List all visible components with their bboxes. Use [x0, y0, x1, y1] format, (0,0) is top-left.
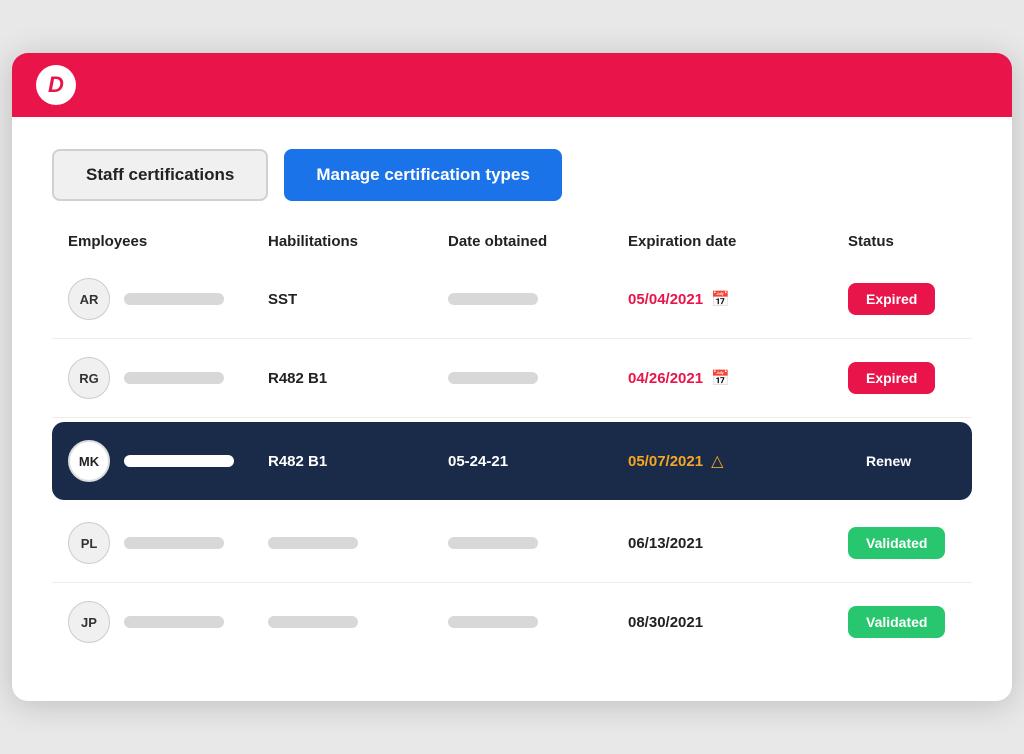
date-obtained-cell: [448, 616, 628, 628]
calendar-icon: 📅: [711, 290, 730, 308]
employee-name-placeholder: [124, 293, 224, 305]
calendar-icon: 📅: [711, 369, 730, 387]
expiration-date: 04/26/2021: [628, 370, 703, 387]
date-obtained-cell: [448, 537, 628, 549]
expiration-cell: 05/04/2021 📅: [628, 290, 848, 308]
status-badge-renew: Renew: [848, 445, 929, 477]
table-row: AR SST 05/04/2021 📅 Expired: [52, 260, 972, 339]
avatar: MK: [68, 440, 110, 482]
date-obtained-cell: [448, 293, 628, 305]
top-bar: D: [12, 53, 1012, 117]
expiration-date: 05/07/2021: [628, 453, 703, 470]
status-cell: Expired: [848, 283, 988, 315]
date-obtained-cell: 05-24-21: [448, 453, 628, 470]
employee-name-placeholder: [124, 372, 224, 384]
employee-cell: PL: [68, 522, 268, 564]
status-badge-validated: Validated: [848, 527, 945, 559]
tab-row: Staff certifications Manage certificatio…: [52, 149, 972, 201]
habilitation-placeholder: [268, 616, 358, 628]
employee-name-placeholder: [124, 455, 234, 467]
employee-cell: RG: [68, 357, 268, 399]
habilitation-cell: R482 B1: [268, 453, 448, 470]
employee-cell: MK: [68, 440, 268, 482]
header-employees: Employees: [68, 233, 268, 250]
avatar: PL: [68, 522, 110, 564]
header-status: Status: [848, 233, 988, 250]
expiration-cell: 05/07/2021 △: [628, 451, 848, 471]
avatar: JP: [68, 601, 110, 643]
date-obtained-cell: [448, 372, 628, 384]
expiration-date: 08/30/2021: [628, 614, 703, 631]
date-obtained-placeholder: [448, 372, 538, 384]
table-row: JP 08/30/2021 Validated: [52, 583, 972, 661]
app-logo: D: [36, 65, 76, 105]
habilitation-cell: R482 B1: [268, 370, 448, 387]
warning-icon: △: [711, 451, 723, 471]
habilitation-cell: SST: [268, 291, 448, 308]
status-cell: Validated: [848, 606, 988, 638]
status-cell: Renew: [848, 445, 988, 477]
habilitation-cell: [268, 537, 448, 549]
app-window: D Staff certifications Manage certificat…: [12, 53, 1012, 701]
expiration-cell: 04/26/2021 📅: [628, 369, 848, 387]
employee-name-placeholder: [124, 616, 224, 628]
status-badge-expired: Expired: [848, 283, 935, 315]
expiration-cell: 08/30/2021: [628, 614, 848, 631]
status-cell: Validated: [848, 527, 988, 559]
expiration-cell: 06/13/2021: [628, 535, 848, 552]
avatar: AR: [68, 278, 110, 320]
date-obtained-placeholder: [448, 293, 538, 305]
status-badge-validated: Validated: [848, 606, 945, 638]
date-obtained-placeholder: [448, 616, 538, 628]
date-obtained-placeholder: [448, 537, 538, 549]
avatar: RG: [68, 357, 110, 399]
header-habilitations: Habilitations: [268, 233, 448, 250]
expiration-date: 05/04/2021: [628, 291, 703, 308]
employee-cell: AR: [68, 278, 268, 320]
table-rows: AR SST 05/04/2021 📅 Expired RG: [52, 260, 972, 661]
tab-staff-certifications[interactable]: Staff certifications: [52, 149, 268, 201]
status-cell: Expired: [848, 362, 988, 394]
habilitation-cell: [268, 616, 448, 628]
header-date-obtained: Date obtained: [448, 233, 628, 250]
table-row: RG R482 B1 04/26/2021 📅 Expired: [52, 339, 972, 418]
habilitation-placeholder: [268, 537, 358, 549]
header-expiration-date: Expiration date: [628, 233, 848, 250]
tab-manage-certifications[interactable]: Manage certification types: [284, 149, 562, 201]
employee-name-placeholder: [124, 537, 224, 549]
expiration-date: 06/13/2021: [628, 535, 703, 552]
status-badge-expired: Expired: [848, 362, 935, 394]
employee-cell: JP: [68, 601, 268, 643]
table-header: Employees Habilitations Date obtained Ex…: [52, 233, 972, 260]
table-row-highlighted: MK R482 B1 05-24-21 05/07/2021 △ Renew: [52, 422, 972, 500]
table-row: PL 06/13/2021 Validated: [52, 504, 972, 583]
content-area: Staff certifications Manage certificatio…: [12, 117, 1012, 701]
